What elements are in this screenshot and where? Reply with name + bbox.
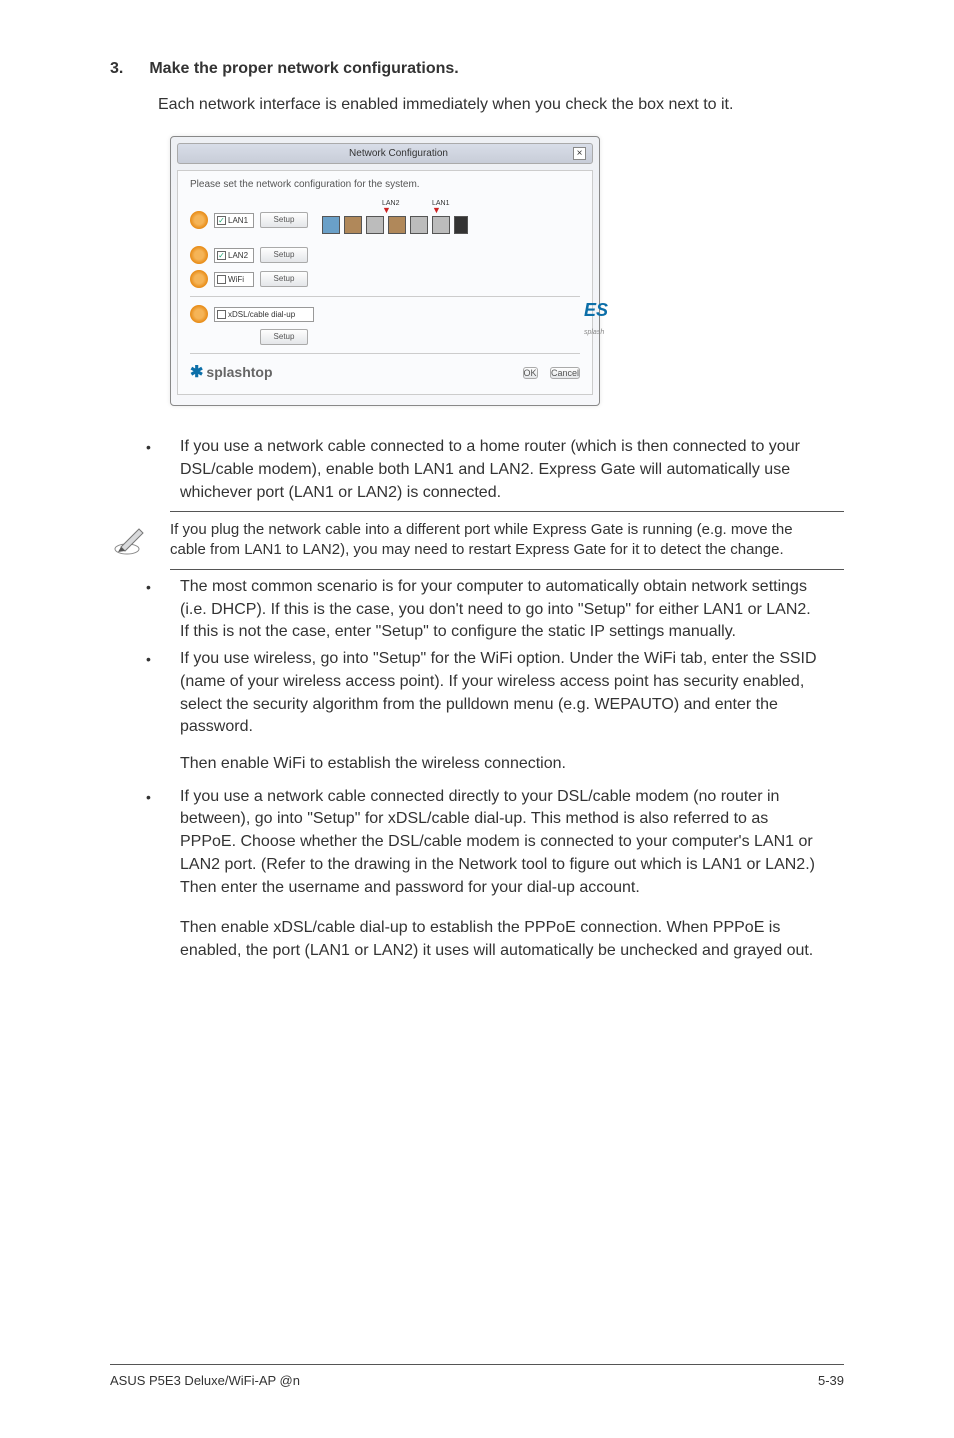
wifi-setup-button[interactable]: Setup xyxy=(260,271,308,287)
cancel-button[interactable]: Cancel xyxy=(550,367,580,379)
dialog-title: Network Configuration xyxy=(349,148,448,159)
wifi-checkbox[interactable]: WiFi xyxy=(214,272,254,287)
gear-icon xyxy=(190,211,208,229)
ok-button[interactable]: OK xyxy=(523,367,538,379)
xdsl-setup-button[interactable]: Setup xyxy=(260,329,308,345)
lan1-checkbox[interactable]: ✓ LAN1 xyxy=(214,213,254,228)
step-number: 3. xyxy=(110,60,123,78)
step-description: Each network interface is enabled immedi… xyxy=(158,94,844,116)
network-config-dialog: Network Configuration × Please set the n… xyxy=(170,136,600,406)
page-footer: ASUS P5E3 Deluxe/WiFi-AP @n 5-39 xyxy=(110,1364,844,1388)
dialog-titlebar: Network Configuration × xyxy=(177,143,593,164)
bullet-2: The most common scenario is for your com… xyxy=(180,576,824,644)
bullet-icon: • xyxy=(146,436,156,504)
gear-icon xyxy=(190,305,208,323)
bullet-4: If you use a network cable connected dir… xyxy=(180,786,824,900)
page-number: 5-39 xyxy=(818,1373,844,1388)
bullet-icon: • xyxy=(146,576,156,644)
note-text: If you plug the network cable into a dif… xyxy=(170,511,844,570)
splashtop-logo: ✱splashtop xyxy=(190,362,273,382)
bullet-icon: • xyxy=(146,648,156,739)
gear-icon xyxy=(190,270,208,288)
bullet-1: If you use a network cable connected to … xyxy=(180,436,824,504)
ports-diagram: LAN2▼ LAN1▼ xyxy=(322,200,580,240)
xdsl-checkbox[interactable]: xDSL/cable dial-up xyxy=(214,307,314,322)
bullet-icon: • xyxy=(146,786,156,900)
step-title: Make the proper network configurations. xyxy=(149,60,458,78)
note-pen-icon xyxy=(110,511,152,570)
bullet-3-followup: Then enable WiFi to establish the wirele… xyxy=(180,753,824,776)
es-logo: ES splash xyxy=(584,300,608,337)
network-config-figure: Network Configuration × Please set the n… xyxy=(170,136,844,406)
lan2-setup-button[interactable]: Setup xyxy=(260,247,308,263)
close-icon[interactable]: × xyxy=(573,147,586,160)
lan1-setup-button[interactable]: Setup xyxy=(260,212,308,228)
lan2-checkbox[interactable]: ✓ LAN2 xyxy=(214,248,254,263)
footer-left: ASUS P5E3 Deluxe/WiFi-AP @n xyxy=(110,1373,300,1388)
bullet-3: If you use wireless, go into "Setup" for… xyxy=(180,648,824,739)
gear-icon xyxy=(190,246,208,264)
dialog-instruction: Please set the network configuration for… xyxy=(190,179,580,190)
bullet-4-followup: Then enable xDSL/cable dial-up to establ… xyxy=(180,917,824,962)
